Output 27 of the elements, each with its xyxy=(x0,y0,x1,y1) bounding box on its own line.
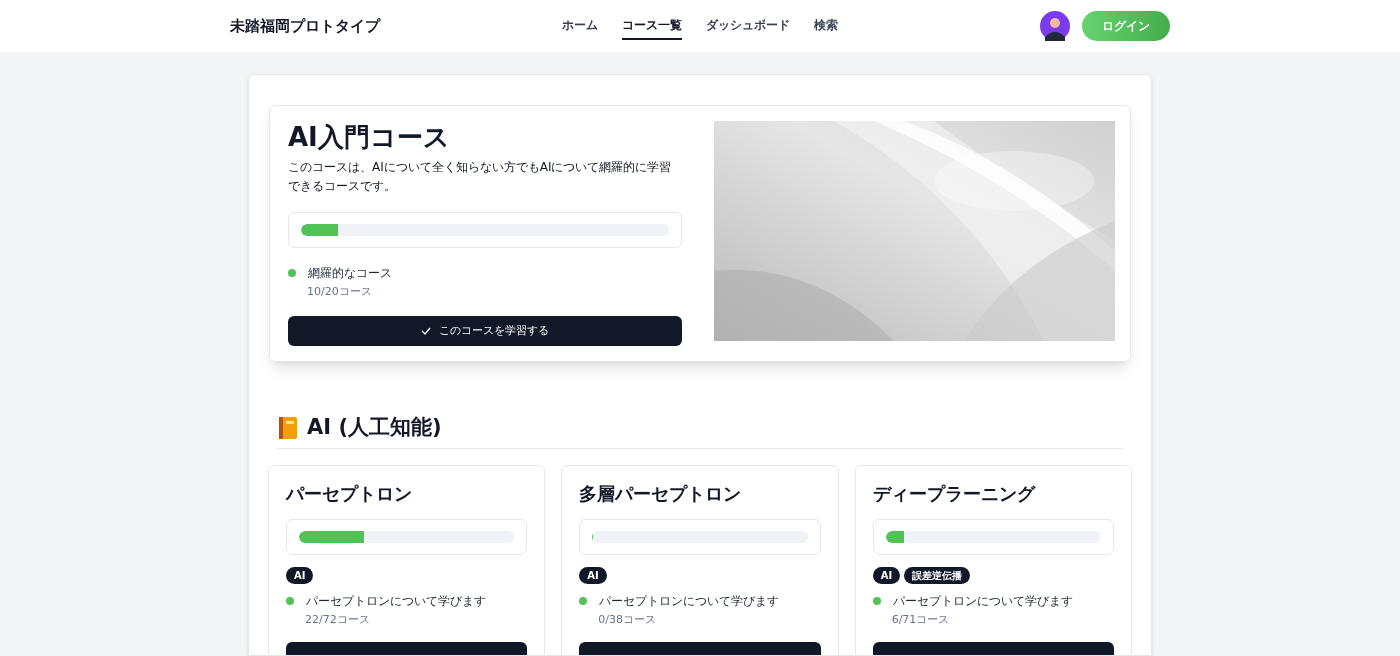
nav-link[interactable]: ダッシュボード xyxy=(706,12,790,40)
tag: 誤差逆伝播 xyxy=(904,566,971,584)
course-count: 22/72コース xyxy=(305,611,371,628)
status-label: パーセプトロンについて学びます xyxy=(306,592,486,610)
course-description: このコースは、AIについて全く知らない方でもAIについて網羅的に学習できるコースです。 xyxy=(288,158,673,195)
status-label: パーセプトロンについて学びます xyxy=(892,592,1073,610)
site-logo[interactable]: 未踏福岡プロトタイプ xyxy=(230,14,380,38)
tag: AI xyxy=(286,566,314,584)
nav-link[interactable]: 検索 xyxy=(814,12,838,40)
course-title: ディープラーニング xyxy=(872,481,1037,506)
check-icon xyxy=(421,326,431,336)
course-title: 多層パーセプトロン xyxy=(579,481,743,506)
section-title: AI (人工知能) xyxy=(307,414,442,441)
course-count: 10/20コース xyxy=(307,283,373,300)
tag: AI xyxy=(872,566,901,584)
status-label: パーセプトロンについて学びます xyxy=(599,592,780,610)
course-title: パーセプトロン xyxy=(286,481,413,506)
study-button[interactable]: このコースを学習する xyxy=(288,316,682,346)
course-count: 0/38コース xyxy=(598,611,658,628)
course-title: AI入門コース xyxy=(288,121,451,154)
course-count: 6/71コース xyxy=(891,611,951,628)
nav-link[interactable]: ホーム xyxy=(562,12,598,40)
status-label: 網羅的なコース xyxy=(308,264,392,282)
tag: AI xyxy=(579,566,607,584)
avatar-icon[interactable] xyxy=(1040,11,1070,41)
nav-link[interactable]: コース一覧 xyxy=(622,12,682,40)
book-icon xyxy=(277,415,299,440)
